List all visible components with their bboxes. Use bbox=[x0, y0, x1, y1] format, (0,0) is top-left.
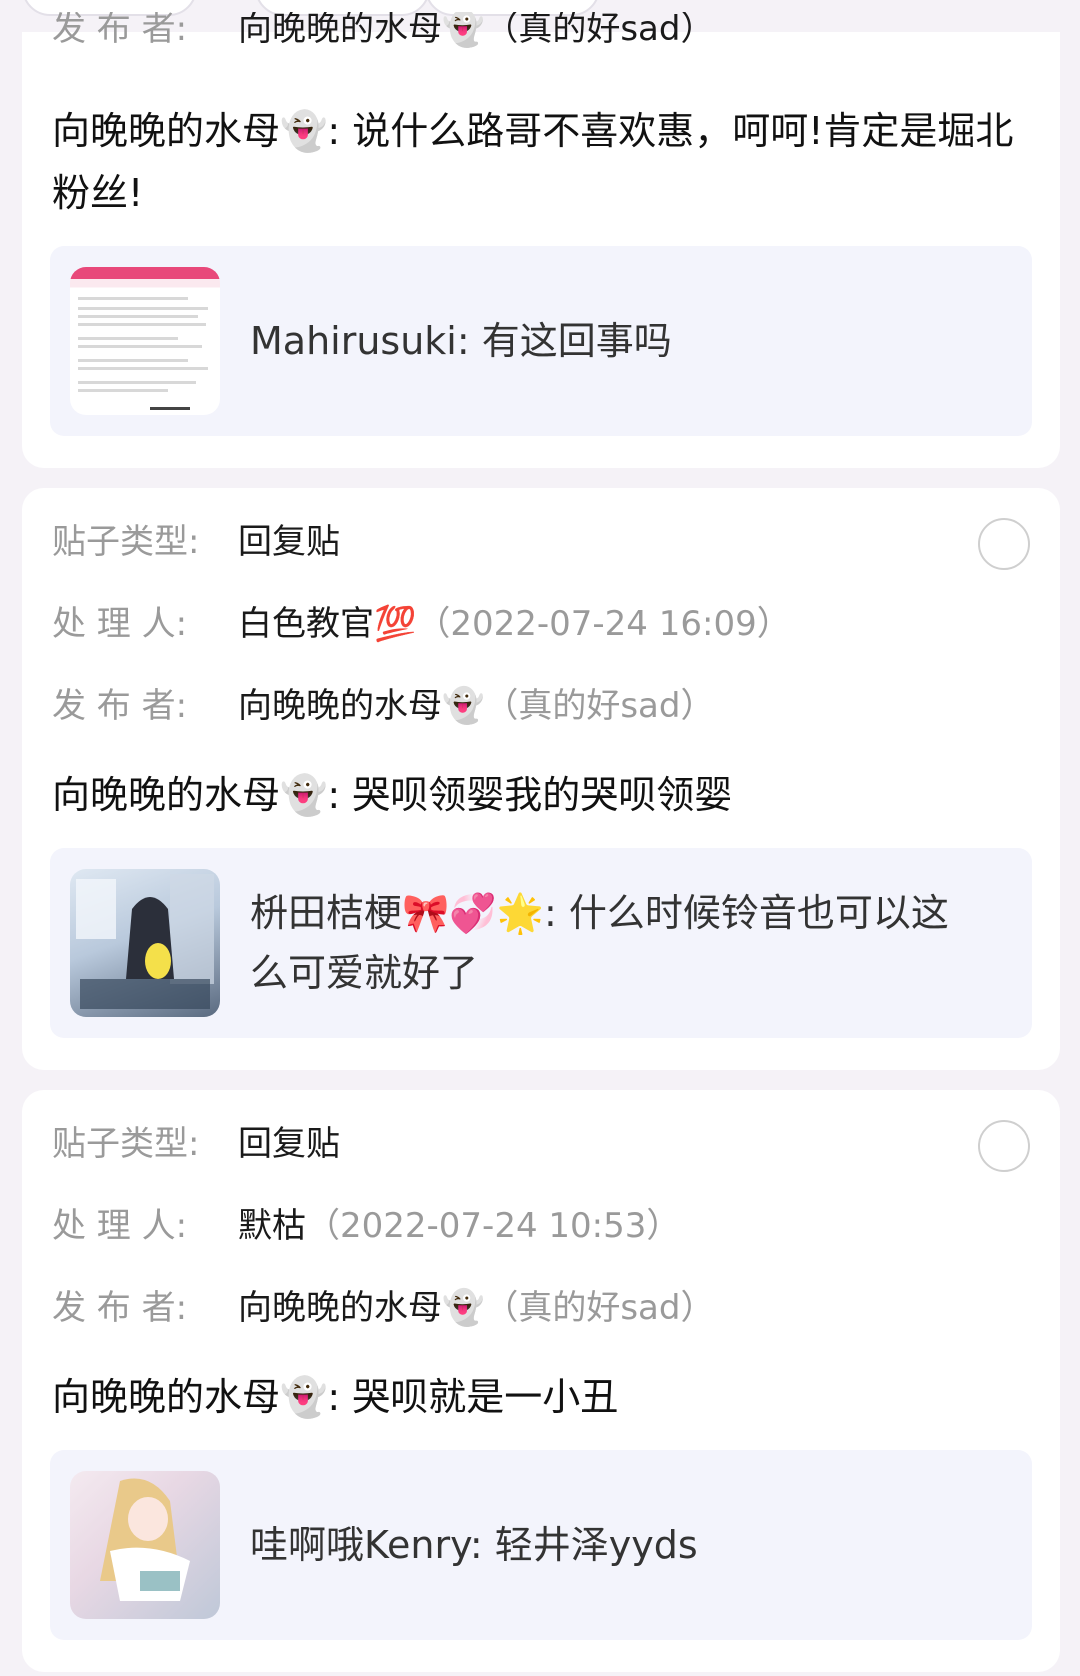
quoted-text: Mahirusuki: 有这回事吗 bbox=[250, 319, 672, 363]
quoted-text: 哇啊哦Kenry: 轻井泽yyds bbox=[250, 1523, 698, 1567]
quoted-post[interactable]: Mahirusuki: 有这回事吗 bbox=[50, 246, 1032, 436]
quoted-text: 枡田桔梗🎀💞🌟: 什么时候铃音也可以这么可爱就好了 bbox=[250, 891, 949, 995]
handler-name: 白色教官💯 bbox=[238, 603, 417, 644]
post-content: 向晚晚的水母👻: 说什么路哥不喜欢惠，呵呵!肯定是堀北粉丝! bbox=[52, 109, 1014, 215]
publisher-name: 向晚晚的水母👻 bbox=[238, 1287, 485, 1328]
post-card[interactable]: 发 布 者: 向晚晚的水母👻（真的好sad） 向晚晚的水母👻: 说什么路哥不喜欢… bbox=[22, 12, 1060, 468]
quoted-thumbnail bbox=[70, 267, 220, 415]
moderation-log-page: 发 布 者: 向晚晚的水母👻（真的好sad） 向晚晚的水母👻: 说什么路哥不喜欢… bbox=[0, 0, 1080, 1676]
quoted-post[interactable]: 枡田桔梗🎀💞🌟: 什么时候铃音也可以这么可爱就好了 bbox=[50, 848, 1032, 1038]
screenshot-thumbnail-icon bbox=[78, 297, 208, 410]
type-row: 贴子类型: 回复贴 bbox=[52, 1110, 340, 1170]
publisher-label: 发 布 者: bbox=[52, 12, 188, 49]
quoted-thumbnail bbox=[70, 869, 220, 1017]
publisher-label: 发 布 者: bbox=[52, 685, 188, 726]
post-content: 向晚晚的水母👻: 哭呗领婴我的哭呗领婴 bbox=[52, 773, 733, 817]
type-label: 贴子类型: bbox=[52, 1123, 200, 1164]
handler-time: （2022-07-24 10:53） bbox=[306, 1205, 681, 1246]
publisher-note: （真的好sad） bbox=[484, 1287, 715, 1328]
publisher-name: 向晚晚的水母👻 bbox=[238, 685, 485, 726]
publisher-value: 向晚晚的水母👻（真的好sad） bbox=[238, 12, 715, 49]
publisher-row: 发 布 者: 向晚晚的水母👻（真的好sad） bbox=[52, 12, 714, 56]
type-label: 贴子类型: bbox=[52, 521, 200, 562]
quoted-thumbnail bbox=[70, 1471, 220, 1619]
handler-label: 处 理 人: bbox=[52, 1205, 188, 1246]
anime-image-thumbnail-icon bbox=[100, 1478, 190, 1601]
anime-image-thumbnail-icon bbox=[76, 874, 214, 1009]
type-row: 贴子类型: 回复贴 bbox=[52, 508, 340, 568]
publisher-row: 发 布 者: 向晚晚的水母👻 （真的好sad） bbox=[52, 1274, 714, 1334]
publisher-label: 发 布 者: bbox=[52, 1287, 188, 1328]
quoted-post[interactable]: 哇啊哦Kenry: 轻井泽yyds bbox=[50, 1450, 1032, 1640]
handler-label: 处 理 人: bbox=[52, 603, 188, 644]
type-value: 回复贴 bbox=[238, 521, 340, 562]
publisher-row: 发 布 者: 向晚晚的水母👻 （真的好sad） bbox=[52, 672, 714, 732]
type-value: 回复贴 bbox=[238, 1123, 340, 1164]
select-radio[interactable] bbox=[978, 518, 1030, 570]
handler-name: 默枯 bbox=[238, 1205, 306, 1246]
handler-row: 处 理 人: 默枯 （2022-07-24 10:53） bbox=[52, 1192, 680, 1252]
post-card[interactable]: 贴子类型: 回复贴 处 理 人: 白色教官💯 （2022-07-24 16:09… bbox=[22, 488, 1060, 1070]
select-radio[interactable] bbox=[978, 1120, 1030, 1172]
handler-time: （2022-07-24 16:09） bbox=[416, 603, 791, 644]
post-card[interactable]: 贴子类型: 回复贴 处 理 人: 默枯 （2022-07-24 10:53） 发… bbox=[22, 1090, 1060, 1672]
post-content: 向晚晚的水母👻: 哭呗就是一小丑 bbox=[52, 1375, 619, 1419]
publisher-note: （真的好sad） bbox=[484, 685, 715, 726]
handler-row: 处 理 人: 白色教官💯 （2022-07-24 16:09） bbox=[52, 590, 791, 650]
